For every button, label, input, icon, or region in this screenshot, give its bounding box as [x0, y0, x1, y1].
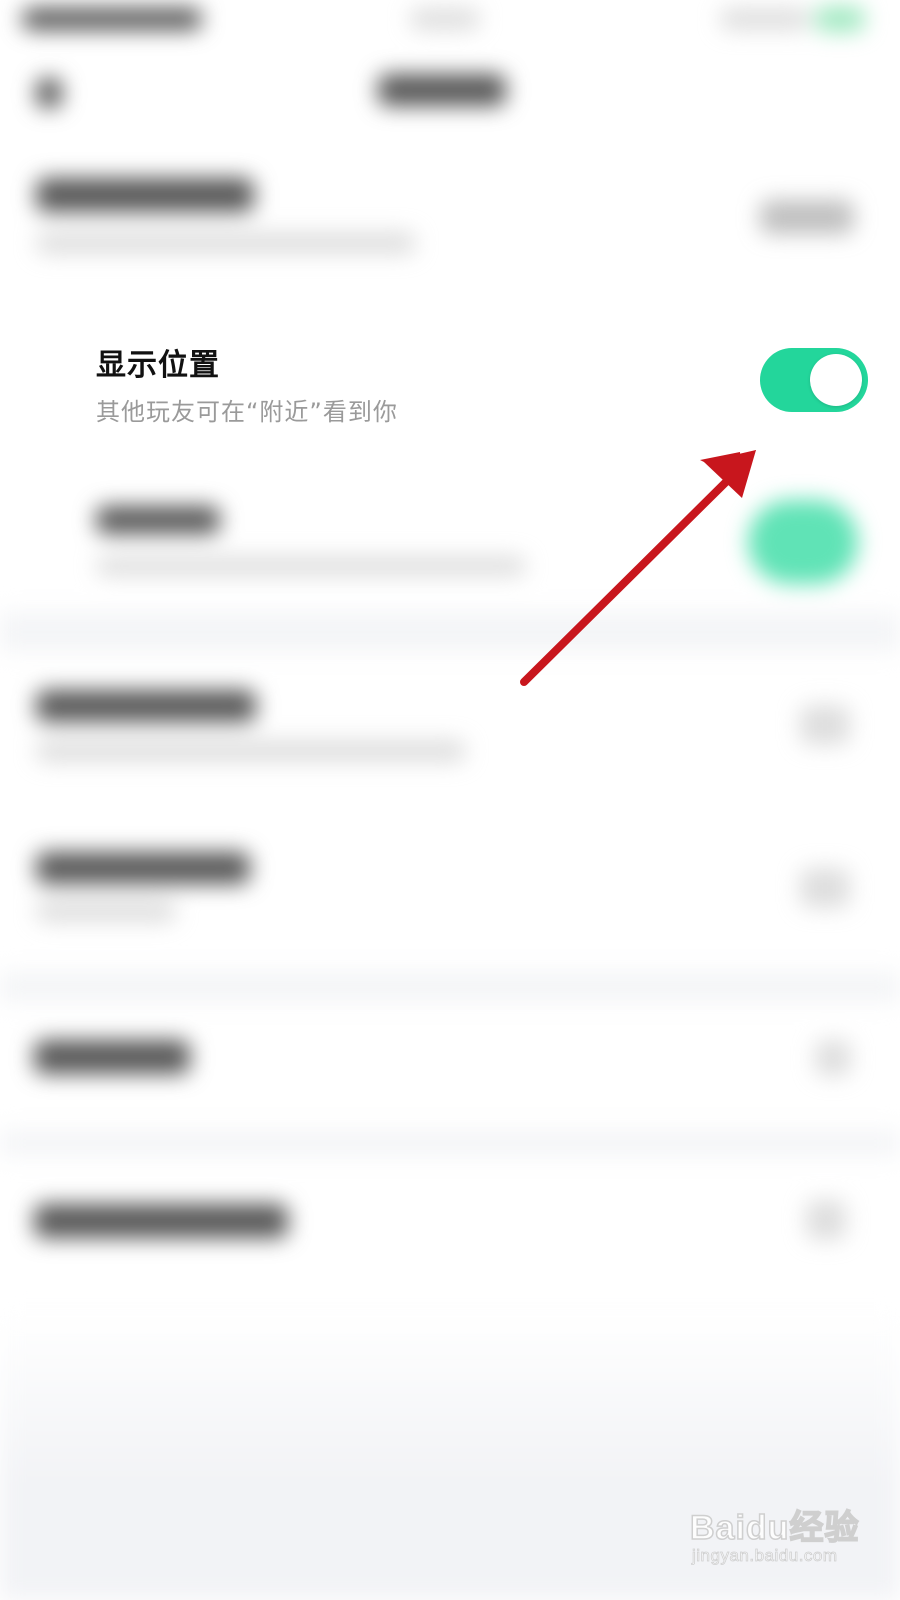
row6-title-blur [34, 1040, 190, 1074]
row3-toggle-blur[interactable] [748, 500, 858, 584]
status-bar-center-blur [410, 8, 480, 30]
row5-chevron-blur[interactable] [800, 868, 850, 908]
baidu-watermark: Baidu经验 jingyan.baidu.com [689, 1500, 870, 1580]
setting-title: 显示位置 [96, 348, 220, 383]
blurred-background [0, 0, 900, 1600]
row5-title-blur [36, 852, 250, 884]
show-location-toggle[interactable] [760, 348, 868, 412]
back-icon[interactable] [36, 78, 62, 108]
battery-blur [815, 6, 865, 32]
row4-chevron-blur[interactable] [800, 705, 850, 745]
toggle-knob [810, 354, 862, 406]
section-divider [0, 612, 900, 652]
show-location-row: 显示位置 其他玩友可在“附近”看到你 [0, 318, 900, 448]
status-bar-right-blur [720, 8, 810, 30]
section-divider [0, 972, 900, 1002]
row7-chevron-blur[interactable] [806, 1200, 846, 1240]
row3-sub-blur [96, 556, 526, 576]
watermark-logo-text: Baidu经验 [689, 1508, 860, 1548]
row7-title-blur [34, 1204, 288, 1238]
setting-subtitle: 其他玩友可在“附近”看到你 [96, 398, 398, 426]
row3-title-blur [96, 506, 220, 534]
row1-right-blur[interactable] [760, 200, 854, 234]
row4-sub-blur [36, 740, 466, 762]
row6-chevron-blur[interactable] [815, 1040, 851, 1076]
row5-sub-blur [36, 900, 176, 922]
row4-title-blur [36, 690, 256, 722]
page-title-blur [378, 74, 506, 106]
watermark-url-text: jingyan.baidu.com [692, 1546, 838, 1566]
section-divider [0, 1130, 900, 1156]
row1-title-blur [36, 178, 254, 212]
status-bar-blur [22, 8, 202, 30]
row1-sub-blur [36, 232, 416, 254]
